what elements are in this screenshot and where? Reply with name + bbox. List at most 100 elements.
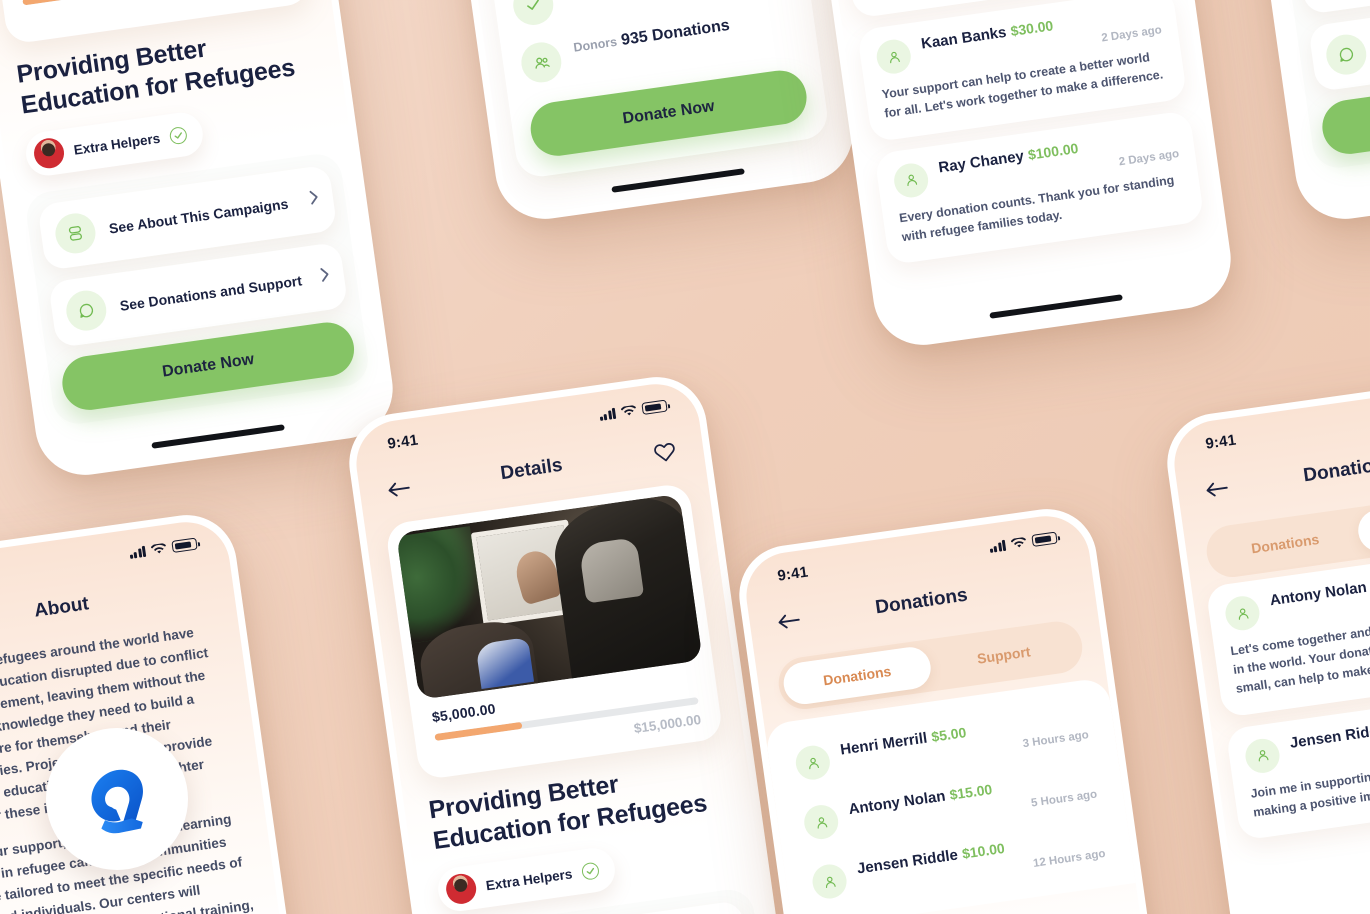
campaign-hero-card: $5,000.00 $15,000.00 (384, 482, 724, 781)
avatar (444, 871, 479, 906)
amount-goal: $15,000.00 (24, 0, 290, 28)
link-label: See Donations and Support (118, 272, 303, 314)
back-arrow-icon[interactable] (1200, 472, 1234, 506)
battery-icon (641, 399, 668, 415)
person-icon (793, 743, 833, 782)
meta-value: 935 Donations (620, 17, 731, 50)
organization-pill[interactable]: Extra Helpers (435, 845, 618, 914)
home-indicator (611, 168, 745, 193)
person-icon (1223, 594, 1262, 633)
donor-time: 2 Days ago (1100, 24, 1163, 45)
wifi-icon (620, 404, 637, 417)
person-icon (802, 802, 841, 842)
brand-logo-icon (91, 769, 143, 834)
campaign-meta-card: Deadline Thursday, 27 August 2023 Goals … (481, 0, 831, 180)
back-arrow-icon[interactable] (772, 604, 806, 638)
cellular-icon (128, 545, 147, 559)
wifi-icon (1010, 536, 1027, 549)
brand-watermark (46, 728, 188, 870)
donor-amount: $15.00 (948, 781, 994, 803)
phone-details-top-left: 9:41 $5,000.00 $15,000.00 Providing Bett… (0, 0, 400, 482)
cellular-icon (598, 407, 617, 421)
organization-pill[interactable]: Extra Helpers (23, 109, 206, 179)
actions-sheet: See About This Campaigns See Donations a… (1283, 0, 1370, 171)
screen: 9:41 Donations Donations Support Antony … (782, 0, 1230, 344)
verified-badge-icon (168, 125, 188, 145)
status-icons (598, 399, 668, 421)
screen: 9:41 Donations Donations Support Henri M… (740, 510, 1188, 914)
phone-details-far-top-right: 9:41 $5,000.00 $15,000.00 Providing Bett… (1196, 0, 1370, 226)
phone-about-bottom-left: 9:41 About Millions of refugees around t… (0, 508, 336, 914)
donor-name: Henri Merrill (839, 729, 929, 759)
status-icons (988, 531, 1058, 553)
phone-support-top-right: 9:41 Donations Donations Support Antony … (774, 0, 1238, 352)
organization-name: Extra Helpers (72, 130, 162, 158)
person-icon (874, 37, 913, 76)
wifi-icon (150, 542, 167, 555)
status-icons (128, 537, 198, 559)
donor-name: Ray Chaney (937, 147, 1025, 176)
donor-name: Jensen Riddle (855, 846, 959, 878)
status-clock: 9:41 (776, 563, 810, 585)
status-clock: 9:41 (1204, 431, 1238, 453)
page-title: About (32, 593, 91, 622)
page-title: Donations (1302, 452, 1370, 487)
phone-details-bottom-center: 9:41 Details $5,000.00 $15,000.00 Provid… (342, 370, 806, 914)
support-list: Antony Nolan $15.00 5 Hours ago Let's co… (805, 0, 1219, 267)
meta-label: Donors (572, 34, 618, 55)
actions-sheet: See About This Campaigns See Donations a… (23, 150, 372, 427)
back-arrow-icon[interactable] (382, 472, 416, 506)
support-list: Antony Nolan $15.00 Let's come together … (1191, 535, 1370, 843)
screen: 9:41 $5,000.00 $15,000.00 Providing Bett… (1204, 0, 1370, 218)
donor-time: 2 Days ago (1118, 147, 1180, 168)
home-indicator (151, 424, 285, 449)
screen: 9:41 Details $5,000.00 $15,000.00 Provid… (350, 378, 798, 914)
screen: 9:41 About Millions of refugees around t… (0, 516, 328, 914)
page-title: Details (499, 454, 564, 485)
donor-name: Antony Nolan (1268, 578, 1368, 610)
home-indicator (989, 294, 1123, 319)
chat-bubble-icon (63, 288, 109, 334)
donor-name: Kaan Banks (920, 23, 1008, 53)
phone-donations-far-bottom-right: 9:41 Donations Donations Support Antony … (1160, 370, 1370, 914)
donor-name: Antony Nolan (847, 787, 947, 819)
chat-bubble-icon (1323, 32, 1369, 78)
screen: 9:41 Donations Donations Support Antony … (1168, 378, 1370, 914)
donor-time: 12 Hours ago (1032, 847, 1107, 870)
check-icon (510, 0, 556, 28)
page-title: Donations (874, 584, 969, 619)
donor-time: 3 Hours ago (1022, 729, 1090, 751)
cellular-icon (988, 539, 1007, 553)
tab-donations[interactable]: Donations (780, 644, 934, 707)
donor-amount: $10.00 (961, 839, 1006, 862)
chevron-right-icon (320, 266, 332, 287)
link-see-about-campaign[interactable]: See About This Campaigns (1297, 0, 1370, 15)
link-see-donations-support[interactable]: See Donations and Support (1308, 0, 1370, 93)
amount-raised: $5,000.00 (430, 700, 497, 726)
donor-amount: $100.00 (1026, 139, 1080, 163)
donor-amount: $30.00 (1009, 17, 1055, 40)
phone-about-top-center: 9:41 About Millions of refugees around t… (396, 0, 860, 226)
verified-badge-icon (580, 861, 601, 881)
battery-icon (171, 537, 198, 553)
donor-amount: $5.00 (930, 724, 968, 745)
chevron-right-icon (309, 189, 321, 210)
list-icon (52, 210, 99, 256)
donors-icon (518, 40, 564, 86)
donations-list: Henri Merrill $5.00 3 Hours ago Antony N… (764, 676, 1136, 914)
tab-support[interactable]: Support (1355, 491, 1370, 555)
phone-donations-bottom-right: 9:41 Donations Donations Support Henri M… (732, 502, 1196, 914)
status-clock: 9:41 (386, 431, 420, 453)
screen: 9:41 $5,000.00 $15,000.00 Providing Bett… (0, 0, 392, 474)
avatar (32, 136, 66, 171)
donor-name: Jensen Riddle (1288, 720, 1370, 752)
person-icon (810, 862, 849, 901)
battery-icon (1031, 531, 1058, 547)
tab-support[interactable]: Support (928, 624, 1080, 686)
link-label: See About This Campaigns (108, 195, 290, 237)
favorite-heart-icon[interactable] (647, 434, 681, 468)
person-icon (891, 160, 931, 200)
screen: 9:41 About Millions of refugees around t… (404, 0, 852, 218)
person-icon (1243, 736, 1282, 775)
organization-name: Extra Helpers (484, 865, 574, 893)
